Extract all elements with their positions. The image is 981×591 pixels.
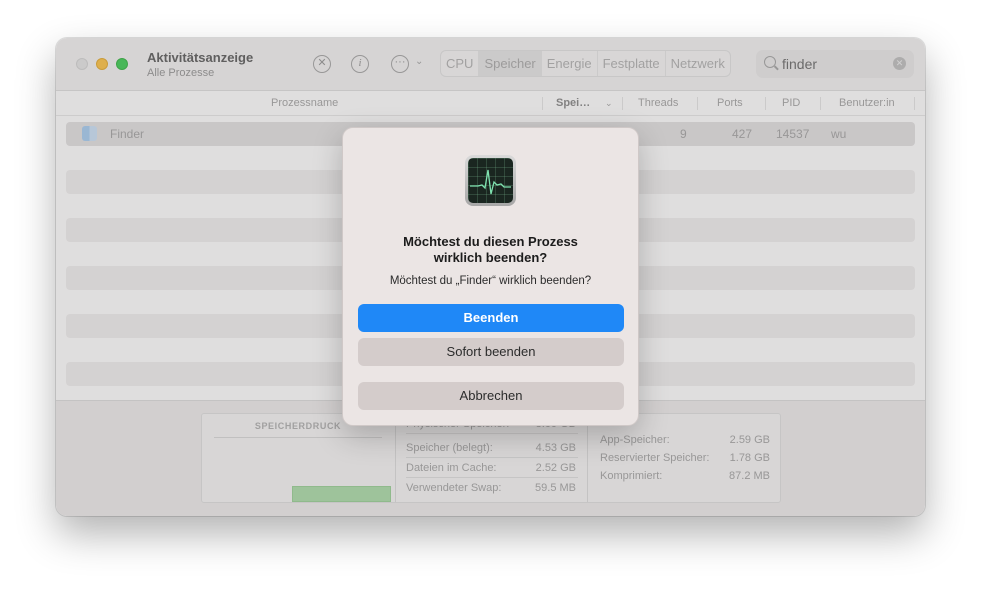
dialog-title-line-2: wirklich beenden? (433, 250, 548, 265)
dialog-title: Möchtest du diesen Prozess wirklich been… (363, 234, 618, 266)
activity-graph-icon (468, 158, 513, 203)
quit-button[interactable]: Beenden (358, 304, 624, 332)
cancel-button[interactable]: Abbrechen (358, 382, 624, 410)
force-quit-button[interactable]: Sofort beenden (358, 338, 624, 366)
heartbeat-icon (470, 169, 511, 195)
quit-process-dialog: Möchtest du diesen Prozess wirklich been… (342, 127, 639, 426)
dialog-title-line-1: Möchtest du diesen Prozess (403, 234, 578, 249)
activity-monitor-app-icon (465, 155, 516, 206)
dialog-message: Möchtest du „Finder“ wirklich beenden? (389, 275, 592, 287)
